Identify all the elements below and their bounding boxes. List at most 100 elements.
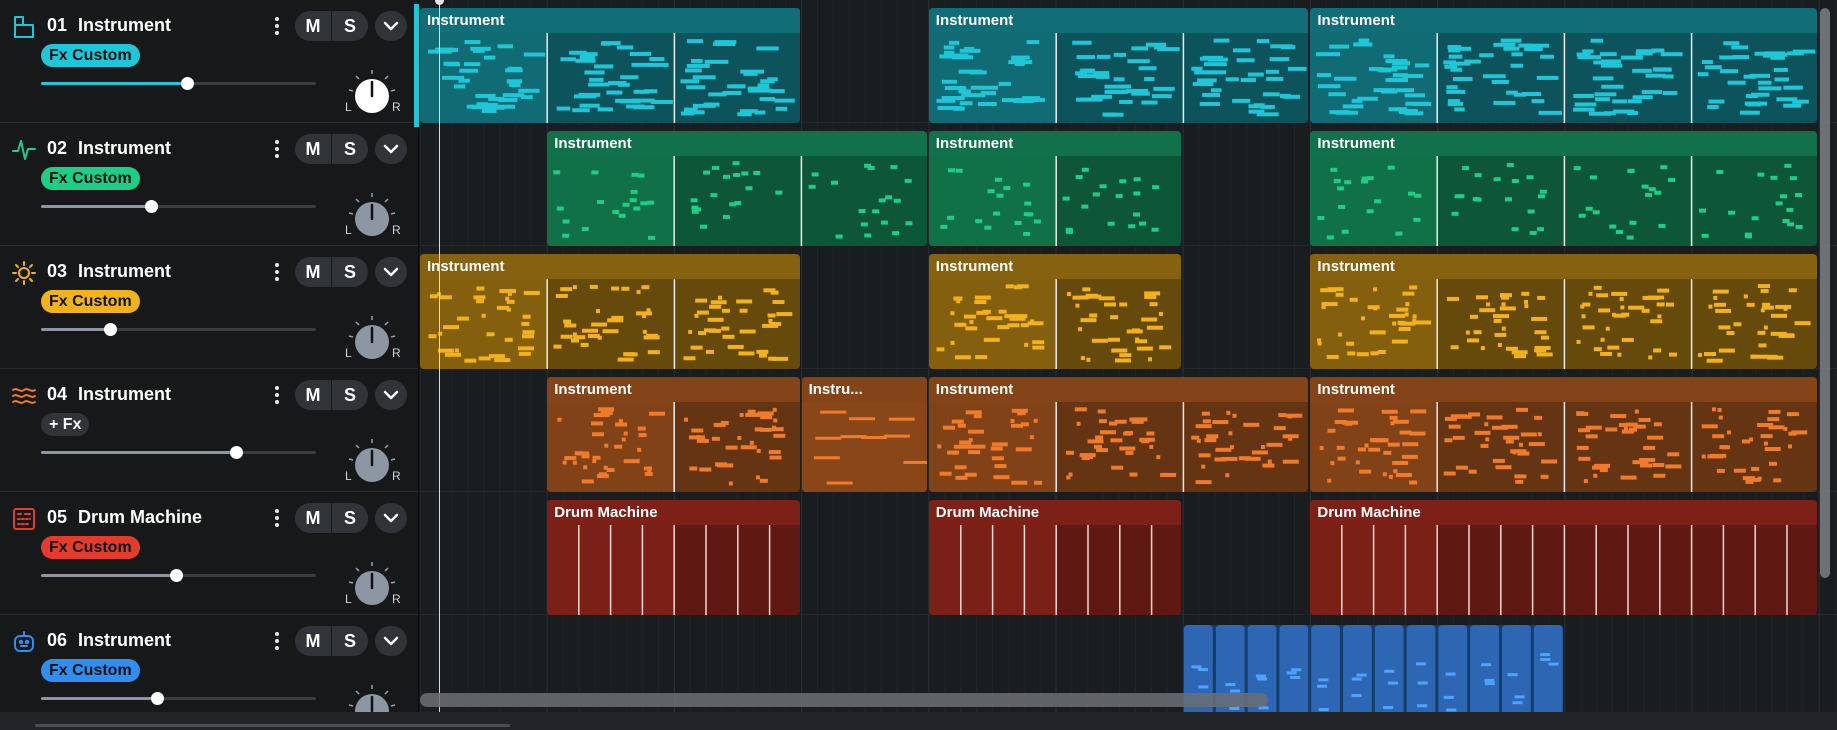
clip[interactable]: Drum Machine <box>547 500 800 615</box>
expand-button[interactable] <box>375 626 407 656</box>
clip-header[interactable]: Instrument <box>1310 8 1818 33</box>
expand-button[interactable] <box>375 257 407 287</box>
clip[interactable]: Instrument <box>1310 377 1818 492</box>
volume-slider[interactable] <box>41 692 316 705</box>
clip[interactable]: Drum Machine <box>928 500 1182 615</box>
track-menu-icon[interactable] <box>266 629 288 653</box>
clip-title: Drum Machine <box>1317 504 1421 521</box>
clip-header[interactable]: Instrument <box>928 254 1182 279</box>
clip-header[interactable]: Instrument <box>928 131 1182 156</box>
mute-button[interactable]: M <box>295 134 331 164</box>
volume-thumb[interactable] <box>103 323 117 336</box>
volume-slider[interactable] <box>41 200 316 213</box>
mute-button[interactable]: M <box>295 380 331 410</box>
clip-header[interactable]: Drum Machine <box>928 500 1182 525</box>
clip-header[interactable]: Instru... <box>801 377 927 402</box>
track-title[interactable]: 03 Instrument <box>47 261 171 282</box>
track-menu-icon[interactable] <box>266 383 288 407</box>
expand-button[interactable] <box>375 380 407 410</box>
clip-header[interactable]: Drum Machine <box>547 500 800 525</box>
pan-knob[interactable] <box>346 560 398 612</box>
track-title[interactable]: 01 Instrument <box>47 15 171 36</box>
track-header-04[interactable]: 04 Instrument M S + Fx L R <box>0 369 419 492</box>
track-header-06[interactable]: 06Instrument M S Fx Custom L R <box>0 615 419 712</box>
clip[interactable]: Instrument <box>547 377 800 492</box>
expand-button[interactable] <box>375 503 407 533</box>
selected-track-indicator <box>414 4 419 127</box>
clip-header[interactable]: Instrument <box>547 377 800 402</box>
volume-slider[interactable] <box>41 323 316 336</box>
track-header-03[interactable]: 03 Instrument M S Fx Custom L R <box>0 246 419 369</box>
clip-header[interactable]: Drum Machine <box>1310 500 1818 525</box>
clip[interactable]: Instrument <box>420 254 800 369</box>
mute-button[interactable]: M <box>295 11 331 41</box>
volume-thumb[interactable] <box>169 569 183 582</box>
mute-button[interactable]: M <box>295 257 331 287</box>
track-menu-icon[interactable] <box>266 137 288 161</box>
volume-thumb[interactable] <box>180 77 194 90</box>
solo-button[interactable]: S <box>332 257 368 287</box>
fx-badge[interactable]: Fx Custom <box>41 659 140 682</box>
clip-header[interactable]: Instrument <box>420 254 800 279</box>
track-title[interactable]: 04 Instrument <box>47 384 171 405</box>
clip-header[interactable]: Instrument <box>1310 131 1818 156</box>
pan-knob[interactable] <box>346 437 398 489</box>
mute-button[interactable]: M <box>295 626 331 656</box>
volume-thumb[interactable] <box>145 200 158 213</box>
clip[interactable]: Instrument <box>928 377 1309 492</box>
track-header-02[interactable]: 02 Instrument M S Fx Custom L R <box>0 123 419 246</box>
clip[interactable]: Instrument <box>928 131 1182 246</box>
volume-slider[interactable] <box>41 569 316 582</box>
solo-button[interactable]: S <box>332 503 368 533</box>
volume-slider[interactable] <box>41 77 316 90</box>
volume-thumb[interactable] <box>230 446 244 459</box>
track-menu-icon[interactable] <box>266 260 288 284</box>
clip[interactable]: Instrument <box>1310 8 1818 123</box>
clip[interactable]: Instrument <box>1310 131 1818 246</box>
solo-button[interactable]: S <box>332 134 368 164</box>
track-name: Instrument <box>78 384 172 404</box>
fx-badge[interactable]: Fx Custom <box>41 290 140 313</box>
horizontal-scrollbar[interactable] <box>420 693 1268 707</box>
clip-header[interactable]: Instrument <box>928 377 1309 402</box>
clip-header[interactable]: Instrument <box>420 8 800 33</box>
clip-title: Instrument <box>554 135 632 152</box>
clip-header[interactable]: Instrument <box>928 8 1309 33</box>
vertical-scrollbar[interactable] <box>1820 8 1830 578</box>
track-title[interactable]: 06 Instrument <box>47 630 171 651</box>
fx-badge[interactable]: Fx Custom <box>41 536 140 559</box>
pan-knob[interactable] <box>346 683 398 712</box>
clip[interactable]: Instrument <box>928 8 1309 123</box>
expand-button[interactable] <box>375 11 407 41</box>
playhead[interactable] <box>439 0 440 712</box>
clip[interactable]: Instrument <box>420 8 800 123</box>
arrangement-timeline[interactable]: Instrument Instrument Instrument Instrument… <box>420 0 1837 712</box>
clip[interactable]: Instrument <box>928 254 1182 369</box>
track-header-05[interactable]: 05 Drum Machine M S Fx Custom L R <box>0 492 419 615</box>
track-menu-icon[interactable] <box>266 14 288 38</box>
fx-badge[interactable]: Fx Custom <box>41 167 140 190</box>
solo-button[interactable]: S <box>332 11 368 41</box>
volume-thumb[interactable] <box>150 692 164 705</box>
fx-badge[interactable]: + Fx <box>41 413 90 436</box>
track-header-01[interactable]: 01 Instrument M S Fx Custom L R <box>0 0 419 123</box>
pan-knob[interactable] <box>346 314 398 366</box>
fx-badge[interactable]: Fx Custom <box>41 44 140 67</box>
clip[interactable]: Instrument <box>547 131 927 246</box>
solo-button[interactable]: S <box>332 626 368 656</box>
clip-header[interactable]: Instrument <box>1310 377 1818 402</box>
volume-slider[interactable] <box>41 446 316 459</box>
clip[interactable]: Instru... <box>801 377 927 492</box>
expand-button[interactable] <box>375 134 407 164</box>
mute-button[interactable]: M <box>295 503 331 533</box>
clip-header[interactable]: Instrument <box>547 131 927 156</box>
clip[interactable]: Drum Machine <box>1310 500 1818 615</box>
pan-knob[interactable] <box>346 191 398 243</box>
track-title[interactable]: 02 Instrument <box>47 138 171 159</box>
track-title[interactable]: 05 Drum Machine <box>47 507 202 528</box>
track-menu-icon[interactable] <box>266 506 288 530</box>
clip[interactable]: Instrument <box>1310 254 1818 369</box>
clip-header[interactable]: Instrument <box>1310 254 1818 279</box>
solo-button[interactable]: S <box>332 380 368 410</box>
pan-knob[interactable] <box>346 68 398 120</box>
